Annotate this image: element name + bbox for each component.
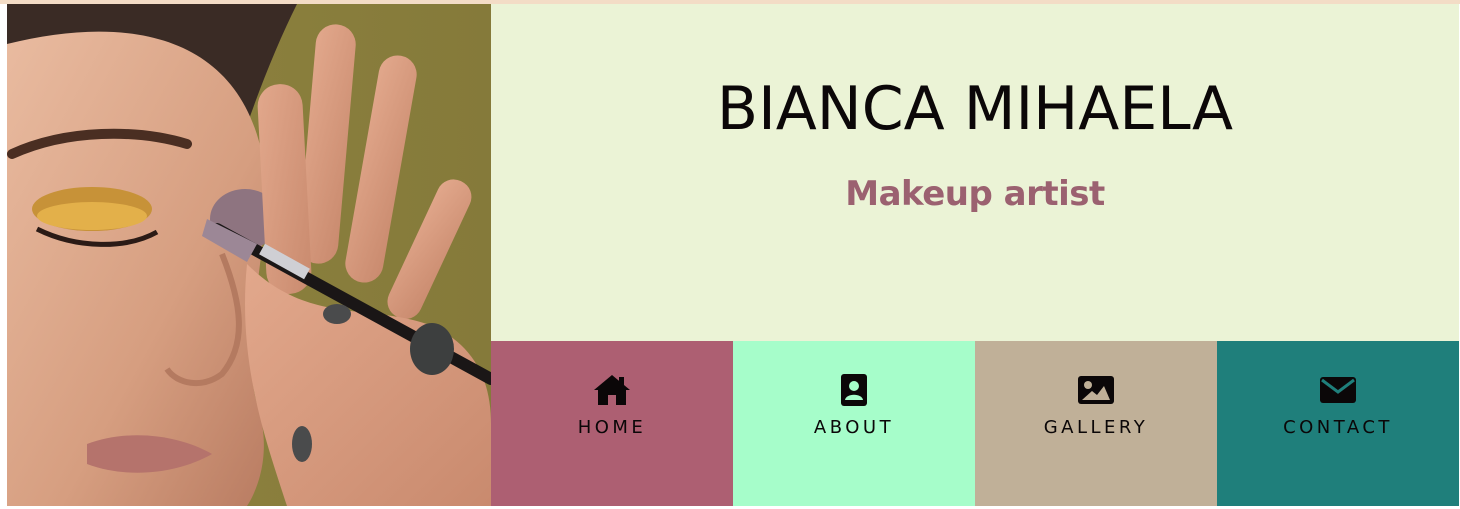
nav-label-gallery: GALLERY xyxy=(1043,417,1149,438)
nav-item-contact[interactable]: CONTACT xyxy=(1217,341,1459,506)
contact-card-icon xyxy=(834,373,874,407)
envelope-icon xyxy=(1318,373,1358,407)
site-subtitle: Makeup artist xyxy=(845,174,1105,214)
nav-item-gallery[interactable]: GALLERY xyxy=(975,341,1217,506)
header-panel: BIANCA MIHAELA Makeup artist xyxy=(491,4,1459,341)
makeup-photo-illustration xyxy=(7,4,491,506)
home-icon xyxy=(592,373,632,407)
nav-item-about[interactable]: ABOUT xyxy=(733,341,975,506)
main-nav: HOME ABOUT GALLERY CONTACT xyxy=(491,341,1459,506)
image-icon xyxy=(1076,373,1116,407)
site-title: BIANCA MIHAELA xyxy=(716,74,1234,144)
hero-photo xyxy=(7,4,491,506)
nav-label-about: ABOUT xyxy=(813,417,895,438)
nav-item-home[interactable]: HOME xyxy=(491,341,733,506)
nav-label-contact: CONTACT xyxy=(1283,417,1393,438)
nav-label-home: HOME xyxy=(577,417,647,438)
